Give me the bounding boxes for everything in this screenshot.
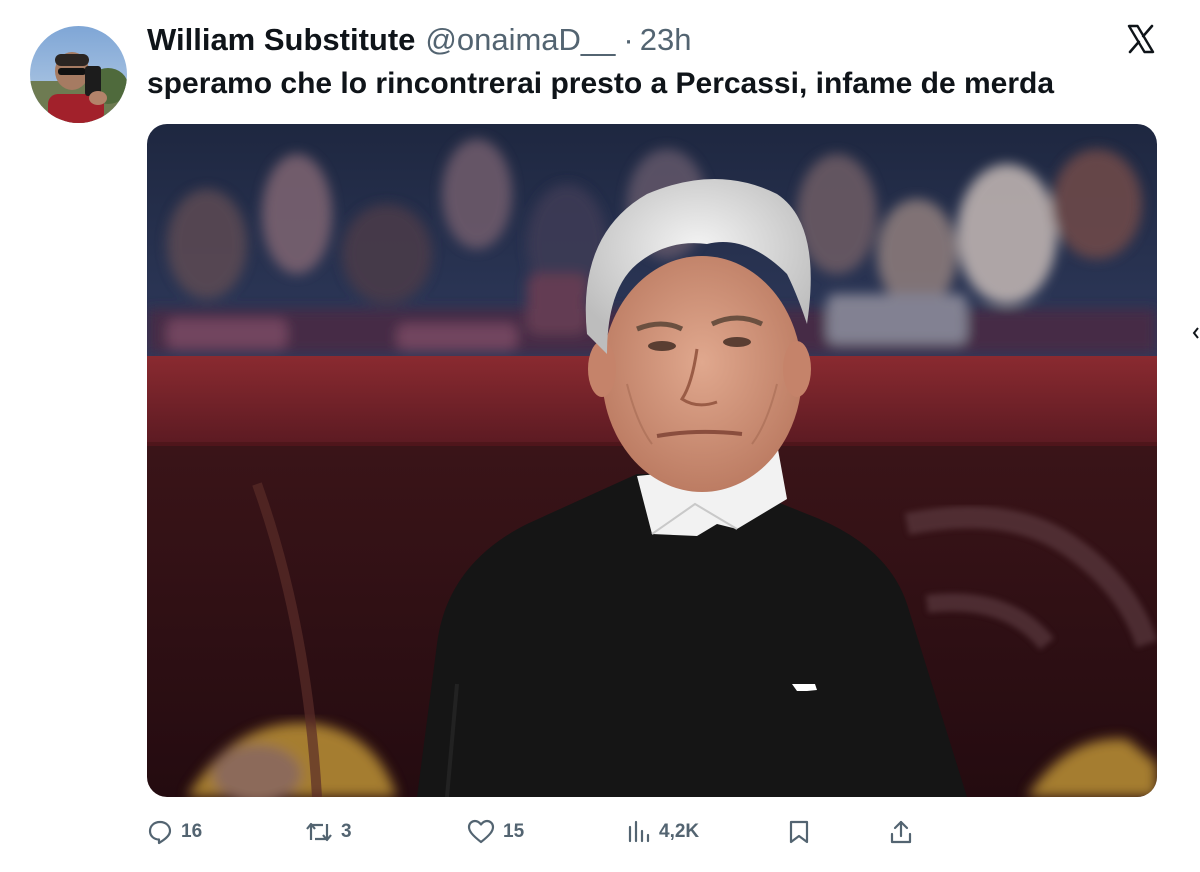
like-button[interactable]: 15 [467,814,524,850]
heart-icon [467,819,495,844]
author-handle[interactable]: @onaimaD__ [425,22,615,58]
views-icon [628,820,650,843]
reply-count: 16 [181,821,203,842]
tweet-photo[interactable] [147,124,1157,797]
share-button[interactable] [889,814,913,850]
like-count: 15 [503,821,525,842]
tweet-text: speramo che lo rincontrerai presto a Per… [147,67,1055,100]
author-display-name[interactable]: William Substitute [147,22,415,58]
views-count: 4,2K [659,821,700,842]
reply-icon [148,820,172,845]
scroll-edge-mark [1192,326,1200,340]
photo-of-man-in-black-sweater-at-stadium-icon [147,124,1157,797]
views-button[interactable]: 4,2K [627,814,699,850]
bookmark-button[interactable] [787,814,811,850]
header-separator: · [623,22,634,57]
action-bar: 16 3 15 4,2K [147,814,1157,850]
retweet-icon [306,822,332,842]
bookmark-icon [789,820,809,844]
x-logo-icon[interactable] [1126,24,1156,54]
reply-button[interactable]: 16 [147,814,202,850]
share-icon [890,820,912,844]
avatar[interactable] [30,26,127,123]
retweet-count: 3 [341,821,352,842]
tweet-header: William Substitute @onaimaD__ · 23h [147,20,691,60]
retweet-button[interactable]: 3 [305,814,352,850]
post-timestamp[interactable]: 23h [640,22,692,58]
profile-photo-icon [30,26,127,123]
